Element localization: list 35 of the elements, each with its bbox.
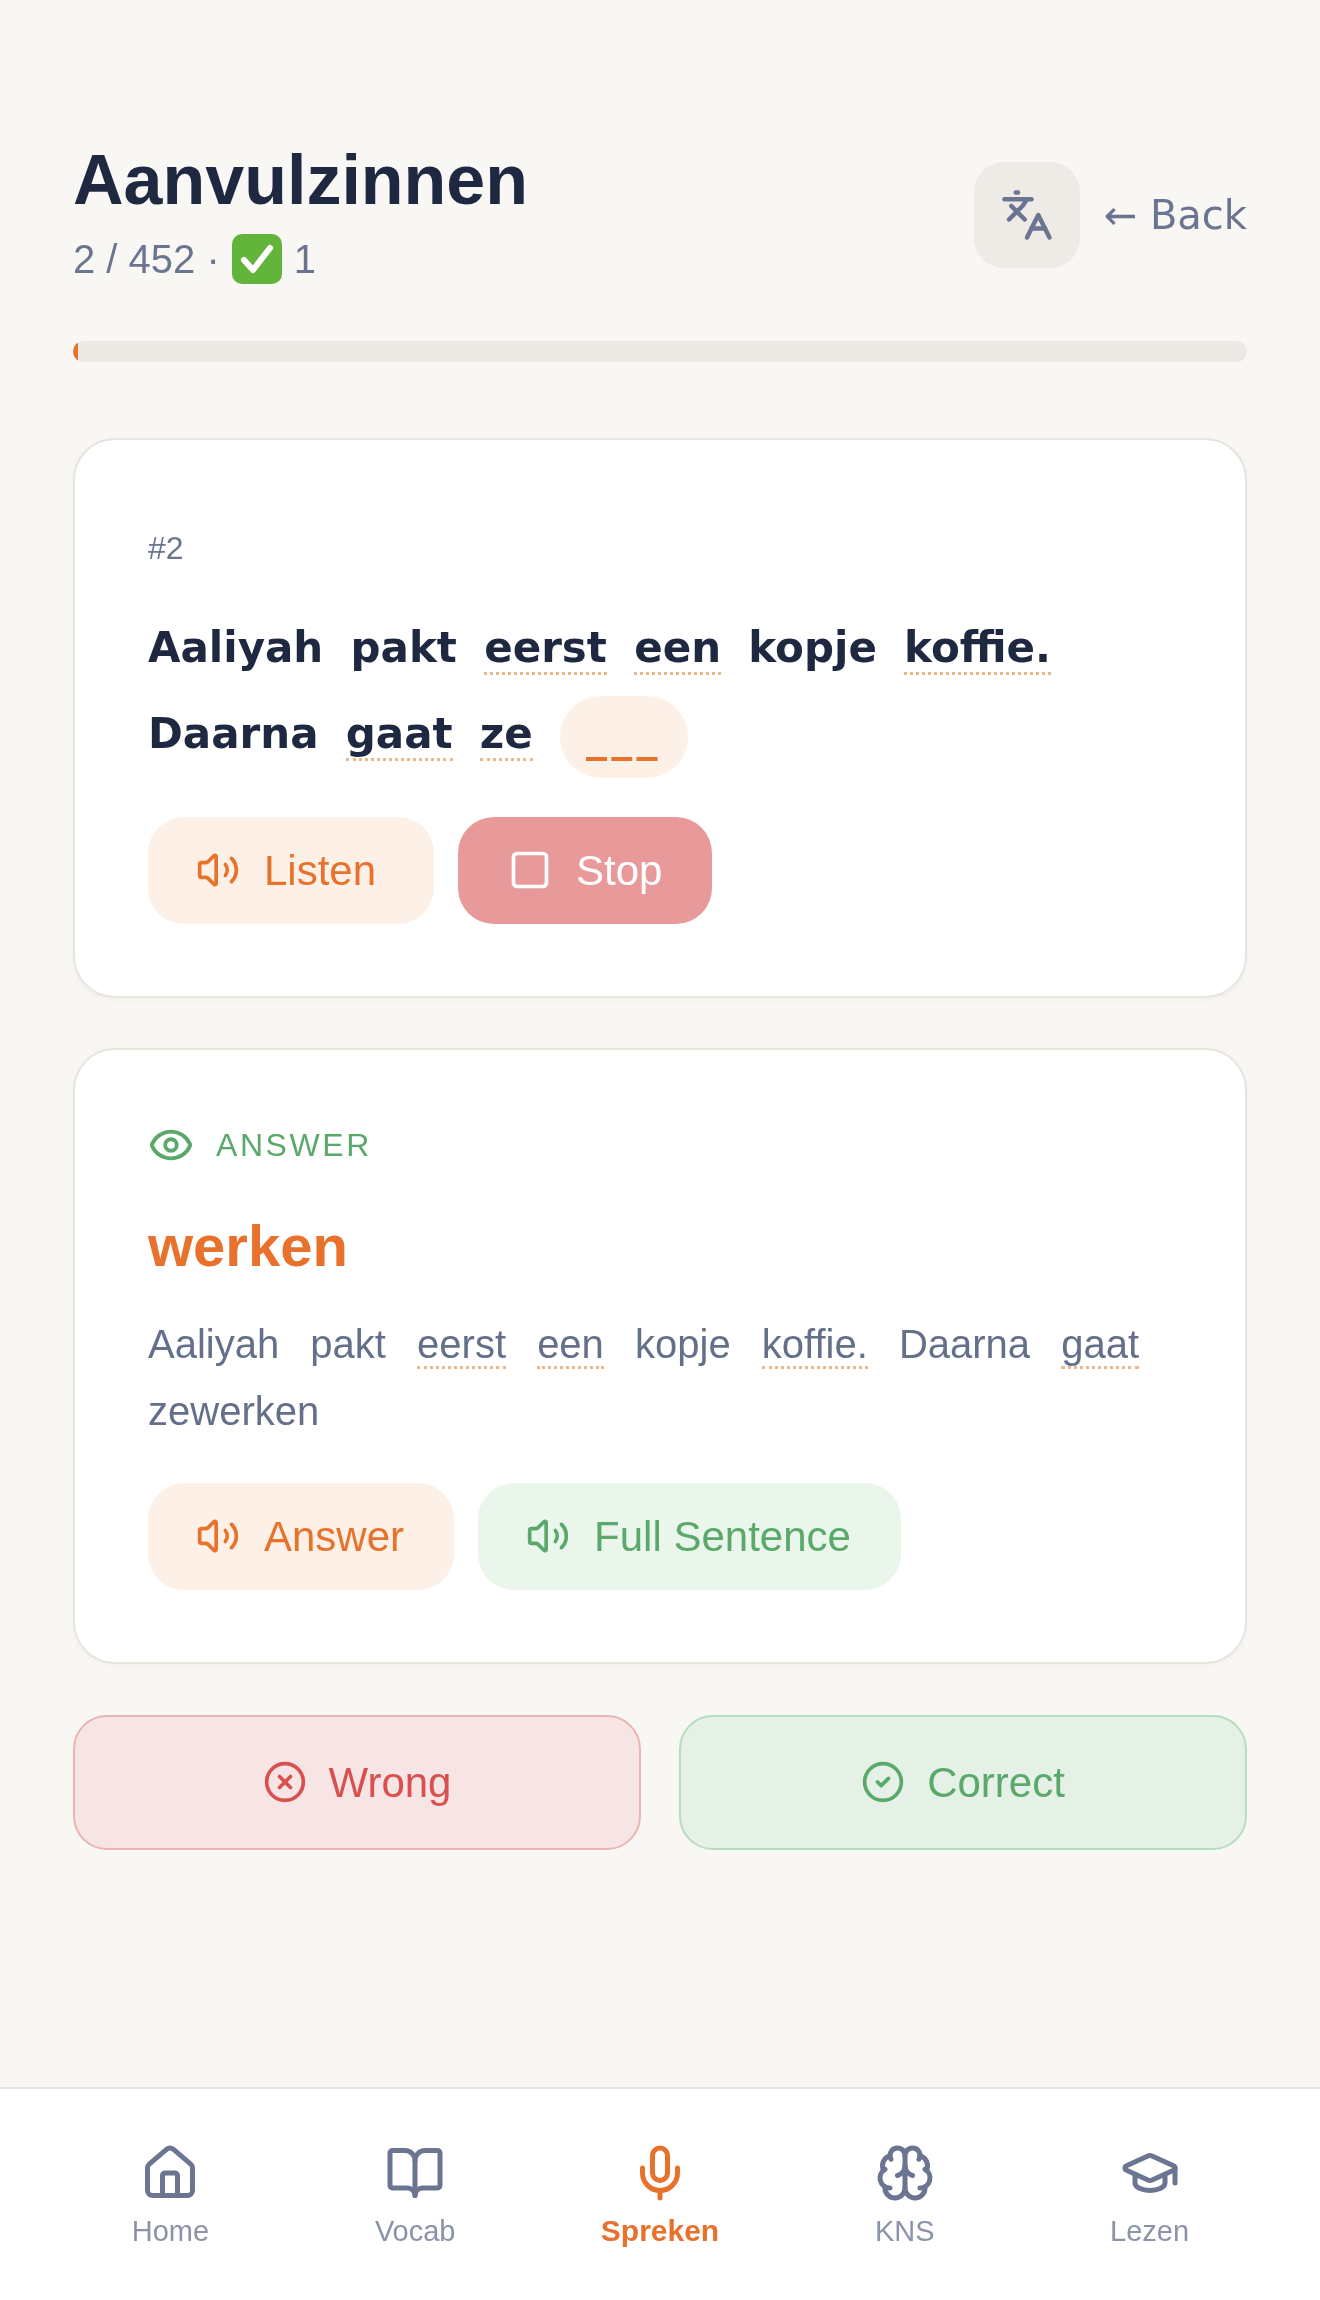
wrong-button[interactable]: Wrong [73, 1714, 641, 1850]
nav-tab[interactable]: Home [48, 2143, 293, 2249]
check-circle-icon [861, 1760, 906, 1804]
hint-word[interactable]: een [537, 1321, 604, 1369]
checkmark-icon [231, 234, 282, 284]
page-title: Aanvulzinnen [73, 145, 529, 215]
answer-word: werken [148, 1215, 349, 1276]
hint-word[interactable]: ze [479, 709, 533, 761]
nav-tab[interactable]: Vocab [292, 2143, 538, 2249]
hint-word[interactable]: gaat [1061, 1321, 1140, 1369]
correct-count: 1 [293, 236, 316, 283]
progress-count: 2 / 452 · [73, 236, 220, 283]
answer-heading: ANSWER [216, 1125, 372, 1165]
translate-button[interactable] [973, 161, 1080, 268]
hint-word[interactable]: eerst [417, 1321, 506, 1369]
translate-icon [999, 187, 1054, 242]
full-sentence: Aaliyah pakt eerst een kopje koffie. Daarna gaat zewerken [148, 1320, 1141, 1435]
hint-word[interactable]: koffie. [761, 1321, 868, 1369]
question-sentence: Aaliyah pakt eerst een kopje koffie. Daarna gaat ze ___ [148, 605, 1172, 778]
stop-button[interactable]: Stop [458, 816, 713, 924]
hint-word[interactable]: een [634, 623, 722, 675]
answer-blank: ___ [560, 695, 688, 778]
nav-tab[interactable]: Spreken [537, 2143, 783, 2249]
back-link[interactable]: ← Back [1103, 190, 1247, 239]
play-answer-button[interactable]: Answer [148, 1482, 455, 1590]
listen-button[interactable]: Listen [148, 816, 435, 924]
full-sentence-button[interactable]: Full Sentence [478, 1482, 901, 1590]
nav-tab[interactable]: KNS [782, 2143, 1028, 2249]
nav-tab[interactable]: Lezen [1027, 2143, 1272, 2249]
correct-button[interactable]: Correct [679, 1714, 1247, 1850]
question-number: #2 [148, 529, 185, 568]
hint-word[interactable]: gaat [345, 709, 453, 761]
close-circle-icon [262, 1760, 307, 1804]
hint-word[interactable]: eerst [484, 623, 607, 675]
hint-word[interactable]: koffie. [904, 623, 1052, 675]
